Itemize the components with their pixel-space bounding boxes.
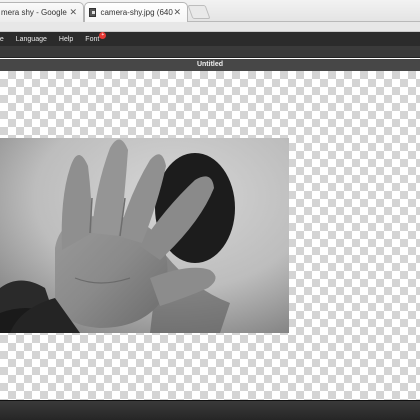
- status-bar: [0, 400, 420, 420]
- tool-options-bar: [0, 46, 420, 58]
- image-file-icon: [89, 8, 97, 17]
- tab-title: camera-shy.jpg (640×424): [100, 8, 173, 17]
- menu-item-font[interactable]: Font +: [79, 31, 107, 43]
- hand-photo-image: [0, 138, 289, 333]
- photo-layer[interactable]: [0, 138, 289, 333]
- close-icon[interactable]: ✕: [173, 7, 181, 18]
- browser-tab-strip: mera shy - Google Search ✕ camera-shy.jp…: [0, 0, 420, 22]
- document-title-bar: Untitled: [0, 59, 420, 71]
- menu-item-help[interactable]: Help: [53, 36, 79, 43]
- tab-title: mera shy - Google Search: [1, 8, 69, 17]
- menu-item-font-label: Font: [85, 35, 100, 43]
- new-tab-button[interactable]: [187, 5, 211, 19]
- menu-item-file[interactable]: me: [0, 36, 10, 43]
- menu-item-language[interactable]: Language: [10, 36, 53, 43]
- document-title: Untitled: [196, 61, 224, 68]
- browser-tab-google-search[interactable]: mera shy - Google Search ✕: [0, 2, 84, 22]
- browser-tab-camera-shy-image[interactable]: camera-shy.jpg (640×424) ✕: [84, 2, 188, 22]
- close-icon[interactable]: ✕: [69, 7, 77, 18]
- menu-bar: me Language Help Font +: [0, 31, 420, 46]
- browser-toolbar: [0, 22, 420, 32]
- notification-badge: +: [99, 31, 107, 39]
